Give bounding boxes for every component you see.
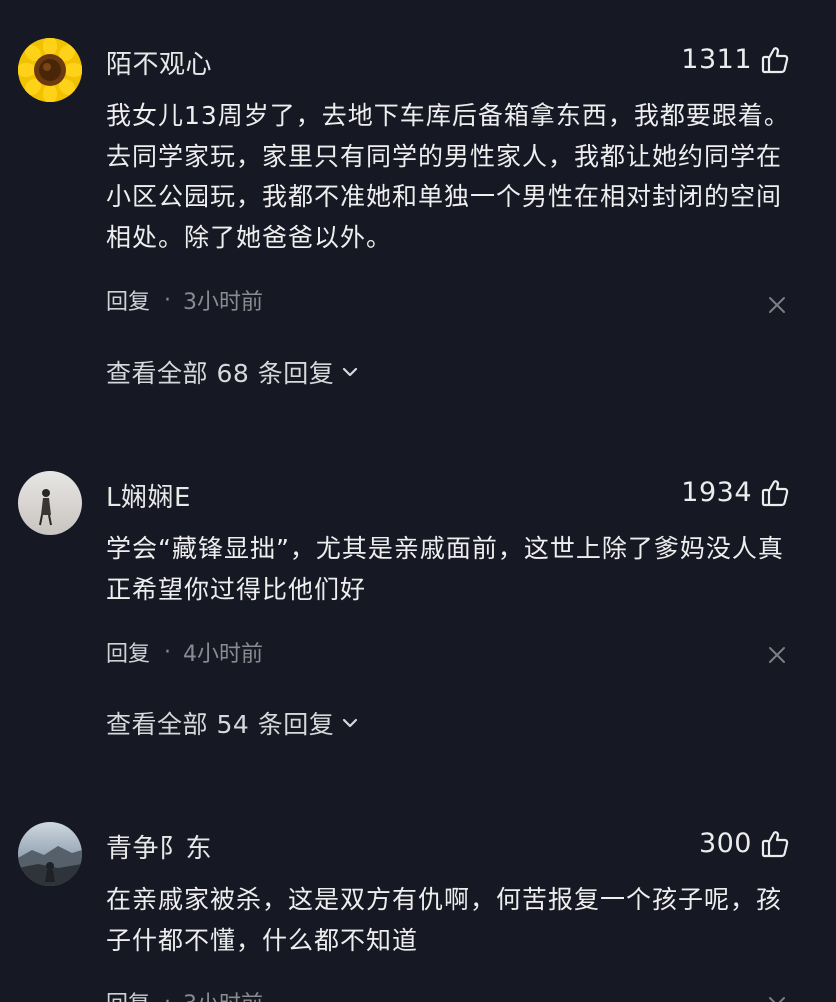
thumbs-up-icon[interactable] — [760, 478, 790, 508]
reply-button[interactable]: 回复 — [106, 284, 150, 316]
view-replies-button[interactable]: 查看全部 54 条回复 — [106, 705, 360, 741]
like-count: 1934 — [681, 477, 752, 508]
avatar[interactable] — [18, 471, 82, 535]
like-button[interactable]: 1311 — [681, 44, 790, 75]
chevron-down-icon — [343, 367, 358, 377]
username[interactable]: 陌不观心 — [106, 44, 212, 81]
person-photo-avatar-icon — [18, 471, 82, 535]
close-icon[interactable] — [766, 644, 788, 666]
timestamp: 4小时前 — [183, 642, 264, 667]
comment-item: 陌不观心 1311 我女儿13周岁了，去地下车库后备箱拿东西，我都要跟着。去同学… — [0, 38, 836, 398]
comment-text: 在亲戚家被杀，这是双方有仇啊，何苦报复一个孩子呢，孩子什都不懂，什么都不知道 — [106, 885, 783, 955]
avatar[interactable] — [18, 38, 82, 102]
chevron-down-icon — [343, 718, 358, 728]
thumbs-up-icon[interactable] — [760, 45, 790, 75]
landscape-photo-avatar-icon — [18, 822, 82, 886]
like-count: 1311 — [681, 44, 752, 75]
like-count: 300 — [698, 828, 752, 859]
like-button[interactable]: 300 — [699, 828, 790, 859]
meta-separator: · — [164, 287, 172, 313]
comment-item: L娴娴E 1934 学会“藏锋显拙”，尤其是亲戚面前，这世上除了爹妈没人真正希望… — [0, 471, 836, 761]
comment-meta: 回复 · 3小时前 — [106, 986, 263, 1002]
reply-button[interactable]: 回复 — [106, 636, 150, 668]
meta-separator: · — [164, 639, 172, 665]
like-button[interactable]: 1934 — [681, 477, 790, 508]
view-replies-label: 查看全部 68 条回复 — [106, 359, 335, 388]
view-replies-label: 查看全部 54 条回复 — [106, 710, 335, 739]
comment-text: 我女儿13周岁了，去地下车库后备箱拿东西，我都要跟着。去同学家玩，家里只有同学的… — [106, 101, 790, 252]
username[interactable]: L娴娴E — [106, 477, 191, 514]
comment-meta: 回复 · 3小时前 — [106, 284, 263, 316]
timestamp: 3小时前 — [183, 986, 263, 1002]
comment-meta: 回复 · 4小时前 — [106, 636, 263, 668]
reply-button[interactable]: 回复 — [106, 986, 150, 1002]
thumbs-up-icon[interactable] — [760, 829, 790, 859]
comment-feed: 陌不观心 1311 我女儿13周岁了，去地下车库后备箱拿东西，我都要跟着。去同学… — [0, 0, 836, 1002]
view-replies-button[interactable]: 查看全部 68 条回复 — [106, 354, 360, 390]
meta-separator: · — [164, 989, 172, 1002]
close-icon[interactable] — [766, 994, 788, 1002]
comment-text: 学会“藏锋显拙”，尤其是亲戚面前，这世上除了爹妈没人真正希望你过得比他们好 — [106, 534, 784, 604]
comment-item: 青争阝东 300 在亲戚家被杀，这是双方有仇啊，何苦报复一个孩子呢，孩子什都不懂… — [0, 822, 836, 1002]
timestamp: 3小时前 — [183, 290, 264, 315]
username[interactable]: 青争阝东 — [106, 828, 212, 865]
avatar[interactable] — [18, 822, 82, 886]
sunflower-avatar-icon — [18, 38, 82, 102]
close-icon[interactable] — [766, 294, 788, 316]
